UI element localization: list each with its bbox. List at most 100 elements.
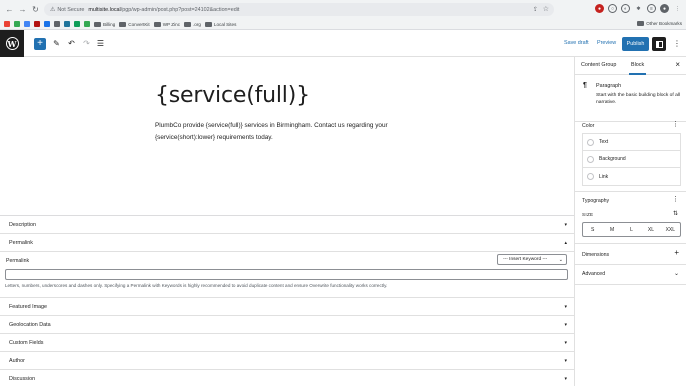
color-options-icon[interactable]: ⋮ bbox=[672, 120, 679, 128]
font-size-picker: S M L XL XXL bbox=[582, 222, 681, 237]
gmail-icon[interactable] bbox=[4, 21, 10, 27]
star-icon[interactable]: ☆ bbox=[543, 5, 549, 13]
chevron-down-icon[interactable]: ▾ bbox=[564, 322, 567, 328]
bookmark-convertkit[interactable]: ConvertKit bbox=[119, 21, 150, 27]
settings-sliders-icon[interactable]: ⇅ bbox=[673, 210, 678, 217]
publish-button[interactable]: Publish bbox=[622, 37, 649, 51]
bookmark-wpzinc[interactable]: WP Zinc bbox=[153, 21, 180, 27]
folder-icon bbox=[119, 21, 127, 27]
swatch-icon bbox=[587, 138, 594, 146]
permalink-input[interactable] bbox=[5, 269, 568, 280]
size-option-xxl[interactable]: XXL bbox=[661, 223, 680, 236]
redo-icon[interactable]: ↷ bbox=[81, 38, 92, 49]
wordpress-icon: W bbox=[5, 37, 19, 50]
color-option-text[interactable]: Text bbox=[583, 134, 680, 151]
swatch-icon bbox=[587, 173, 594, 180]
divider bbox=[575, 284, 686, 285]
tab-block[interactable]: Block bbox=[628, 62, 647, 75]
warning-icon: ⚠ bbox=[50, 7, 56, 13]
forward-icon[interactable]: → bbox=[17, 4, 28, 15]
folder-icon bbox=[94, 21, 101, 27]
bookmark-icon[interactable] bbox=[74, 21, 80, 27]
advanced-panel-title[interactable]: Advanced bbox=[582, 271, 605, 277]
settings-sidebar: Content Group Block × ¶ Paragraph Start … bbox=[574, 57, 686, 386]
insert-keyword-select[interactable]: --- Insert Keyword --- ⌄ bbox=[497, 254, 567, 265]
block-description: Start with the basic building block of a… bbox=[596, 93, 681, 105]
bookmark-billing[interactable]: Billing bbox=[94, 21, 115, 27]
browser-toolbar: ← → ↻ ⚠ Not Secure multisite.local/pgp/w… bbox=[0, 0, 686, 19]
bookmark-icon[interactable] bbox=[34, 21, 40, 27]
save-draft-button[interactable]: Save draft bbox=[564, 40, 589, 46]
size-option-l[interactable]: L bbox=[622, 223, 641, 236]
block-title: Paragraph bbox=[596, 83, 622, 89]
bookmark-org[interactable]: .org bbox=[184, 21, 201, 27]
bookmark-local-sites[interactable]: Local Sites bbox=[204, 21, 236, 27]
close-icon[interactable]: × bbox=[675, 60, 680, 69]
chevron-down-icon[interactable]: ▾ bbox=[564, 304, 567, 310]
settings-toggle-icon[interactable] bbox=[652, 37, 666, 51]
size-option-s[interactable]: S bbox=[583, 223, 602, 236]
metabox-description[interactable]: Description ▾ bbox=[0, 216, 574, 234]
share-icon[interactable]: ⇪ bbox=[533, 6, 538, 13]
other-bookmarks[interactable]: Other Bookmarks bbox=[637, 21, 682, 26]
menu-icon[interactable]: ⋮ bbox=[673, 4, 682, 13]
typography-options-icon[interactable]: ⋮ bbox=[672, 195, 679, 203]
divider bbox=[575, 243, 686, 244]
metabox-geolocation[interactable]: Geolocation Data ▾ bbox=[0, 316, 574, 334]
chevron-down-icon[interactable]: ▾ bbox=[564, 222, 567, 228]
size-option-xl[interactable]: XL bbox=[641, 223, 660, 236]
metabox-area: Description ▾ Permalink ▴ Permalink --- … bbox=[0, 215, 574, 386]
folder-icon bbox=[637, 21, 645, 26]
options-menu-icon[interactable]: ⋮ bbox=[673, 39, 681, 48]
sidebar-tabs: Content Group Block × bbox=[575, 57, 686, 75]
color-option-background[interactable]: Background bbox=[583, 151, 680, 168]
extension-icon[interactable]: ● bbox=[595, 4, 604, 13]
address-bar[interactable]: ⚠ Not Secure multisite.local/pgp/wp-admi… bbox=[44, 3, 554, 16]
preview-button[interactable]: Preview bbox=[597, 40, 616, 46]
metabox-author[interactable]: Author ▾ bbox=[0, 352, 574, 370]
back-icon[interactable]: ← bbox=[4, 4, 15, 15]
folder-icon bbox=[204, 21, 212, 27]
metabox-custom-fields[interactable]: Custom Fields ▾ bbox=[0, 334, 574, 352]
editor-canvas[interactable]: {service(full)} PlumbCo provide {service… bbox=[0, 57, 574, 215]
paragraph-icon: ¶ bbox=[583, 82, 587, 89]
post-title[interactable]: {service(full)} bbox=[155, 83, 310, 108]
add-block-button[interactable]: + bbox=[34, 38, 46, 50]
puzzle-icon[interactable]: ✱ bbox=[634, 4, 643, 13]
extension-icon[interactable]: ◐ bbox=[621, 4, 630, 13]
bookmark-icon[interactable] bbox=[64, 21, 70, 27]
tab-content-group[interactable]: Content Group bbox=[581, 62, 616, 68]
color-options: Text Background Link bbox=[582, 133, 681, 186]
metabox-permalink[interactable]: Permalink ▴ bbox=[0, 234, 574, 252]
plus-icon[interactable]: + bbox=[674, 248, 679, 257]
extension-icon[interactable]: ○ bbox=[608, 4, 617, 13]
pen-tool-icon[interactable]: ✎ bbox=[51, 38, 62, 49]
chevron-down-icon[interactable]: ▾ bbox=[564, 340, 567, 346]
size-option-m[interactable]: M bbox=[602, 223, 621, 236]
metabox-discussion[interactable]: Discussion ▾ bbox=[0, 370, 574, 386]
color-panel-title: Color bbox=[582, 123, 595, 129]
undo-icon[interactable]: ↶ bbox=[66, 38, 77, 49]
bookmark-icon[interactable] bbox=[24, 21, 30, 27]
folder-icon bbox=[153, 21, 161, 27]
paragraph-block[interactable]: PlumbCo provide {service(full)} services… bbox=[155, 120, 415, 144]
reload-icon[interactable]: ↻ bbox=[30, 4, 41, 15]
chevron-down-icon[interactable]: ▾ bbox=[564, 358, 567, 364]
security-label: Not Secure bbox=[57, 6, 85, 13]
metabox-featured-image[interactable]: Featured Image ▾ bbox=[0, 298, 574, 316]
bookmark-icon[interactable] bbox=[54, 21, 60, 27]
folder-icon bbox=[184, 21, 191, 27]
bookmark-icon[interactable] bbox=[14, 21, 20, 27]
wordpress-logo[interactable]: W bbox=[0, 30, 24, 57]
profile-avatar[interactable]: ● bbox=[660, 4, 669, 13]
chevron-down-icon[interactable]: ⌄ bbox=[674, 270, 679, 277]
list-view-icon[interactable]: ☰ bbox=[95, 38, 106, 49]
extension-icon[interactable]: ≡ bbox=[647, 4, 656, 13]
chevron-up-icon[interactable]: ▴ bbox=[564, 240, 567, 246]
bookmark-icon[interactable] bbox=[84, 21, 90, 27]
color-option-link[interactable]: Link bbox=[583, 168, 680, 185]
chevron-down-icon[interactable]: ▾ bbox=[564, 376, 567, 382]
url-host: multisite.local bbox=[88, 6, 121, 13]
bookmark-icon[interactable] bbox=[44, 21, 50, 27]
font-size-label: SIZE bbox=[582, 212, 594, 217]
